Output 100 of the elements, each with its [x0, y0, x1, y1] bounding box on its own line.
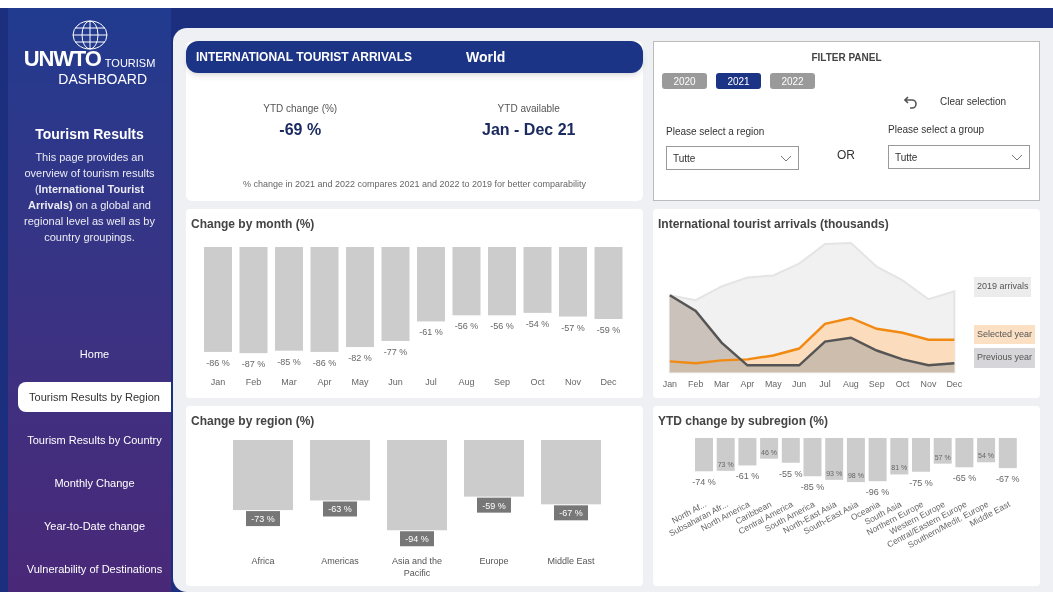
data-label: -73 %: [251, 514, 275, 525]
data-label-badge: -59 %: [477, 497, 511, 513]
section-title: Tourism Results: [35, 125, 144, 144]
axis-label: Apr: [740, 379, 755, 390]
bar: [233, 440, 293, 511]
axis-label: Aug: [458, 377, 475, 387]
note-text: % change in 2021 and 2022 compares 2021 and 2022 to 2019 for better comparability: [241, 178, 588, 191]
data-label: -74 %: [692, 477, 716, 488]
bar: [559, 247, 587, 317]
logo-text: UNWTO: [23, 48, 101, 70]
data-label: -94 %: [405, 534, 429, 545]
axis-label: Jul: [819, 379, 831, 390]
kpi-label: YTD available: [497, 102, 560, 116]
data-label: -56 %: [490, 321, 514, 332]
field-label: Please select a group: [888, 123, 985, 137]
bar: [825, 438, 844, 480]
bar: [933, 438, 952, 464]
undo-icon[interactable]: [904, 94, 918, 109]
nav-item[interactable]: Year-to-Date change: [18, 511, 171, 541]
data-label: -96 %: [865, 487, 890, 498]
axis-label: Sep: [868, 379, 885, 390]
data-label: -59 %: [482, 500, 506, 511]
axis-label: Mar: [713, 379, 730, 390]
bar: [488, 247, 516, 316]
area-name: World: [466, 47, 506, 67]
axis-label: Nov: [565, 377, 581, 387]
data-label-badge: -94 %: [400, 531, 434, 547]
bar: [998, 438, 1017, 469]
kpi-value: Jan - Dec 21: [482, 120, 576, 140]
data-label-badge: -63 %: [323, 501, 357, 517]
field-label: Please select a region: [666, 125, 765, 139]
data-label: -86 %: [312, 357, 337, 368]
nav-item[interactable]: Vulnerability of Destinations: [18, 554, 171, 584]
data-label: -56 %: [454, 321, 479, 332]
bar: [452, 247, 481, 316]
bar: [464, 440, 524, 497]
chevron-down-icon: [780, 154, 792, 162]
data-label: -67 %: [996, 474, 1020, 485]
region-dropdown[interactable]: Tutte: [666, 146, 799, 170]
axis-label: Asia and the Pacific: [392, 556, 442, 578]
bar: [695, 438, 713, 472]
chevron-down-icon: [1011, 153, 1023, 161]
bar: [846, 438, 865, 483]
bar: [977, 438, 996, 463]
kpi-label: YTD change (%): [263, 102, 338, 116]
clear-selection-button[interactable]: Clear selection: [940, 94, 1007, 109]
logo-subtitle: DASHBOARD: [58, 72, 147, 86]
data-label: -54 %: [525, 318, 550, 329]
data-label: -65 %: [952, 473, 977, 484]
data-label-badge: -67 %: [554, 505, 588, 521]
axis-label: Apr: [317, 377, 332, 387]
bar: [541, 440, 601, 505]
or-label: OR: [837, 147, 855, 164]
chart-title: YTD change by subregion (%): [658, 413, 829, 430]
data-label-badge: -73 %: [246, 511, 280, 527]
nav-item[interactable]: Tourism Results by Region: [18, 382, 171, 412]
axis-label: Feb: [688, 379, 704, 390]
legend-label: 2019 arrivals: [973, 277, 1032, 297]
bar: [803, 438, 822, 477]
nav-item[interactable]: Monthly Change: [18, 468, 171, 498]
data-label: -82 %: [348, 353, 372, 364]
bar: [523, 247, 552, 313]
axis-label: Oct: [895, 379, 910, 390]
data-label: -61 %: [735, 471, 760, 482]
description-text: This page provides an overview of tourism results (International Tourist Arrivals) on a global and regional level as well as by country groupings.: [23, 150, 156, 245]
data-label: -55 %: [779, 468, 803, 479]
logo-subtitle: TOURISM: [104, 58, 156, 70]
axis-label: Aug: [843, 379, 859, 390]
axis-label: May: [351, 377, 369, 387]
bar: [890, 438, 909, 475]
data-label: -67 %: [559, 508, 583, 519]
data-label: -77 %: [383, 346, 408, 357]
data-label: -57 %: [561, 322, 585, 333]
axis-label: Jun: [792, 379, 807, 390]
bar: [955, 438, 974, 468]
bar: [738, 438, 757, 466]
axis-label: Americas: [321, 556, 359, 566]
chart-title: Change by region (%): [191, 413, 316, 430]
axis-label: Oct: [530, 377, 545, 387]
axis-label: Jun: [388, 377, 403, 387]
panel-title: FILTER PANEL: [810, 51, 883, 65]
axis-label: May: [764, 379, 782, 390]
bar: [716, 438, 735, 471]
bar: [310, 440, 370, 501]
axis-label: Feb: [245, 377, 262, 387]
data-label: -85 %: [800, 482, 825, 493]
bar: [781, 438, 800, 463]
group-dropdown[interactable]: Tutte: [888, 145, 1030, 169]
nav-item[interactable]: Home: [18, 339, 171, 369]
axis-label: Jul: [425, 377, 437, 387]
data-label: -87 %: [241, 359, 266, 370]
axis-label: Dec: [600, 377, 617, 387]
axis-label: Africa: [251, 556, 275, 566]
year-button[interactable]: 2021: [716, 73, 761, 89]
globe-icon: [69, 20, 110, 50]
data-label: -86 %: [206, 357, 230, 368]
axis-label: Europe: [479, 556, 509, 566]
bar: [868, 438, 887, 482]
data-label: -59 %: [596, 325, 621, 335]
nav-item[interactable]: Tourism Results by Country: [18, 425, 171, 455]
